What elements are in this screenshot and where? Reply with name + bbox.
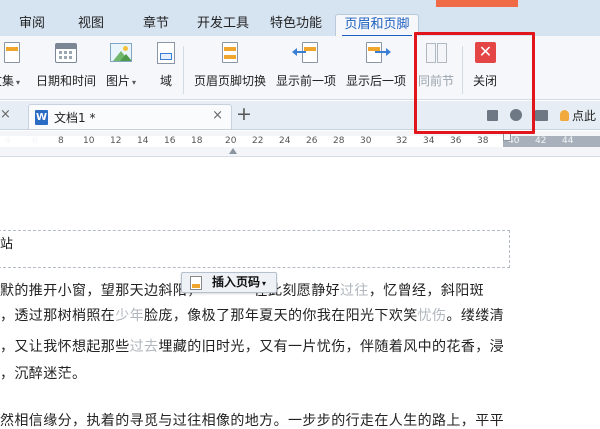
tab-special[interactable]: 特色功能 <box>265 14 327 36</box>
tip-text: 点此 <box>572 109 597 123</box>
ruler-number: 32 <box>396 136 408 146</box>
ruler-number: 18 <box>191 136 203 146</box>
show-previous-button[interactable]: 显示前一项 <box>276 40 336 89</box>
tab-header-footer[interactable]: 页眉和页脚 <box>335 14 419 37</box>
switch-label: 页眉页脚切换 <box>194 74 267 88</box>
datetime-label: 日期和时间 <box>36 74 97 88</box>
picture-icon <box>108 40 134 66</box>
insert-page-number-label: 插入页码 <box>212 275 261 289</box>
tab-document[interactable]: W 文档1 * × <box>28 104 232 129</box>
field-icon <box>153 40 179 66</box>
tab-review[interactable]: 审阅 <box>14 14 50 36</box>
horizontal-ruler[interactable]: 4 6 8 10 12 14 16 18 20 22 24 26 28 30 3… <box>0 131 600 157</box>
ruler-number: 44 <box>562 136 574 146</box>
datetime-button[interactable]: 日期和时间 <box>36 40 96 89</box>
ribbon-separator <box>183 46 184 94</box>
calendar-icon <box>53 40 79 66</box>
ruler-number: 20 <box>225 136 237 146</box>
picture-label: 图片 <box>106 74 131 88</box>
ruler-number: 10 <box>83 136 95 146</box>
tip-link[interactable]: 点此 <box>560 107 596 124</box>
next-label: 显示后一项 <box>346 74 407 88</box>
show-next-button[interactable]: 显示后一项 <box>346 40 406 89</box>
tab-developer[interactable]: 开发工具 <box>192 14 254 36</box>
ruler-number: 24 <box>279 136 291 146</box>
ruler-number: 16 <box>164 136 176 146</box>
ruler-number: 4 <box>5 136 11 146</box>
field-button[interactable]: 域 <box>153 40 179 89</box>
right-margin-marker[interactable] <box>503 133 511 141</box>
document-page[interactable]: 站 默的推开小窗，望那天边斜阳， 在此刻愿静好过往，忆曾经，斜阳斑 ，透过那树梢照… <box>0 158 600 429</box>
lightbulb-icon <box>560 110 569 121</box>
picture-button[interactable]: 图片 ▾ <box>106 40 136 89</box>
wenji-label: 文集 <box>0 74 15 88</box>
layout-icon[interactable] <box>535 110 548 121</box>
show-previous-icon <box>292 40 319 66</box>
page-number-icon <box>190 276 202 290</box>
ruler-number: 12 <box>110 136 122 146</box>
chevron-down-icon: ▾ <box>16 78 21 87</box>
tab-view[interactable]: 视图 <box>73 14 109 36</box>
close-icon[interactable]: × <box>0 107 11 122</box>
chevron-down-icon: ▾ <box>262 279 267 288</box>
ruler-number: 14 <box>137 136 149 146</box>
ruler-number: 34 <box>423 136 435 146</box>
highlight-box <box>414 32 535 134</box>
header-footer-switch-button[interactable]: 页眉页脚切换 <box>194 40 266 89</box>
ruler-number: 8 <box>58 136 64 146</box>
ruler-number: 6 <box>32 136 38 146</box>
insert-page-number-button[interactable]: 插入页码 ▾ <box>181 272 277 293</box>
title-accent <box>436 0 518 7</box>
tab-chapter[interactable]: 章节 <box>138 14 174 36</box>
header-area[interactable] <box>0 230 510 268</box>
paragraph-line: ，透过那树梢照在少年脸庞，像极了那年夏天的你我在阳光下欢笑忧伤。缕缕清 <box>0 308 505 324</box>
document-tab-name: 文档1 * <box>54 111 96 125</box>
field-label: 域 <box>159 74 172 88</box>
document-icon <box>0 40 21 66</box>
header-text: 站 <box>0 237 14 252</box>
paragraph-line: ，沉醉迷茫。 <box>0 366 87 382</box>
header-footer-switch-icon <box>217 40 243 66</box>
close-icon[interactable]: × <box>212 108 223 123</box>
prev-label: 显示前一项 <box>276 74 337 88</box>
ruler-number: 30 <box>360 136 372 146</box>
chevron-down-icon: ▾ <box>132 78 137 87</box>
writer-doc-icon: W <box>35 110 48 125</box>
ruler-number: 36 <box>450 136 462 146</box>
ruler-number: 38 <box>477 136 489 146</box>
wenji-button[interactable]: 文集▾ <box>0 40 20 89</box>
ruler-number: 28 <box>333 136 345 146</box>
new-tab-button[interactable]: + <box>236 103 252 125</box>
indent-marker[interactable] <box>229 148 237 154</box>
ruler-number: 26 <box>306 136 318 146</box>
paragraph-line: 然相信缘分，执着的寻觅与过往相像的地方。一步步的行走在人生的路上，平平 <box>0 413 504 429</box>
paragraph-line: ，又让我怀想起那些过去埋藏的旧时光，又有一片忧伤，伴随着风中的花香，浸 <box>0 339 505 355</box>
ruler-number: 22 <box>252 136 264 146</box>
show-next-icon <box>363 40 391 66</box>
ruler-number: 42 <box>535 136 547 146</box>
